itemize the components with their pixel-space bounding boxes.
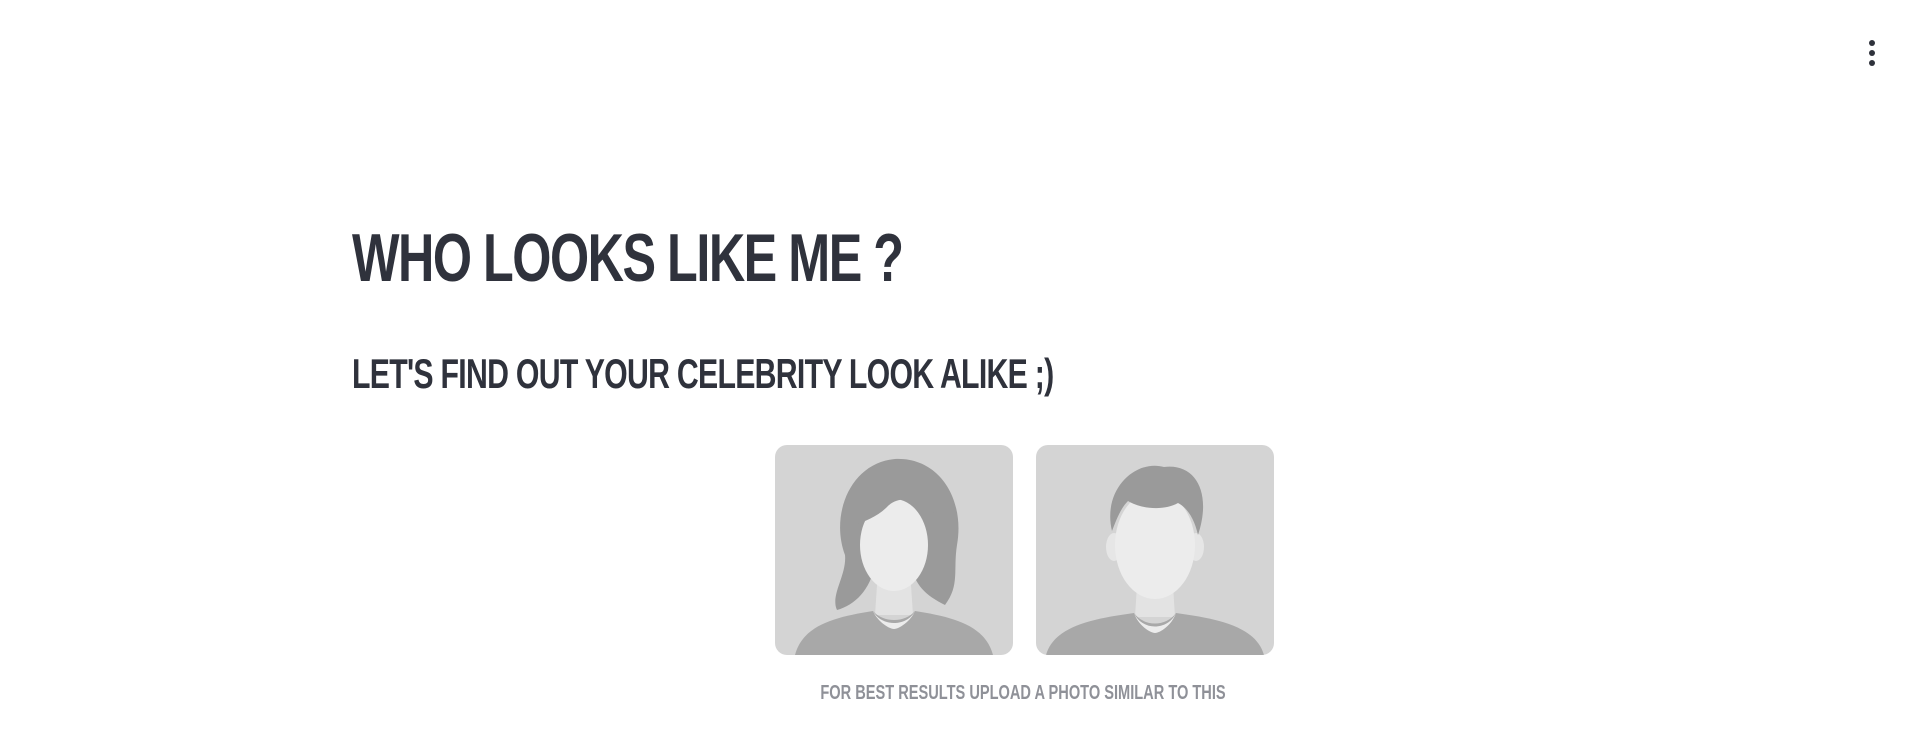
more-vertical-icon[interactable] xyxy=(1860,38,1884,68)
upload-hint: FOR BEST RESULTS UPLOAD A PHOTO SIMILAR … xyxy=(820,682,1226,704)
menu-dot xyxy=(1869,40,1875,46)
male-avatar-icon xyxy=(1036,445,1274,655)
female-avatar-icon xyxy=(775,445,1013,655)
menu-dot xyxy=(1869,50,1875,56)
page-subtitle: LET'S FIND OUT YOUR CELEBRITY LOOK ALIKE… xyxy=(352,350,1054,397)
menu-dot xyxy=(1869,60,1875,66)
page-title: WHO LOOKS LIKE ME ? xyxy=(352,220,904,296)
